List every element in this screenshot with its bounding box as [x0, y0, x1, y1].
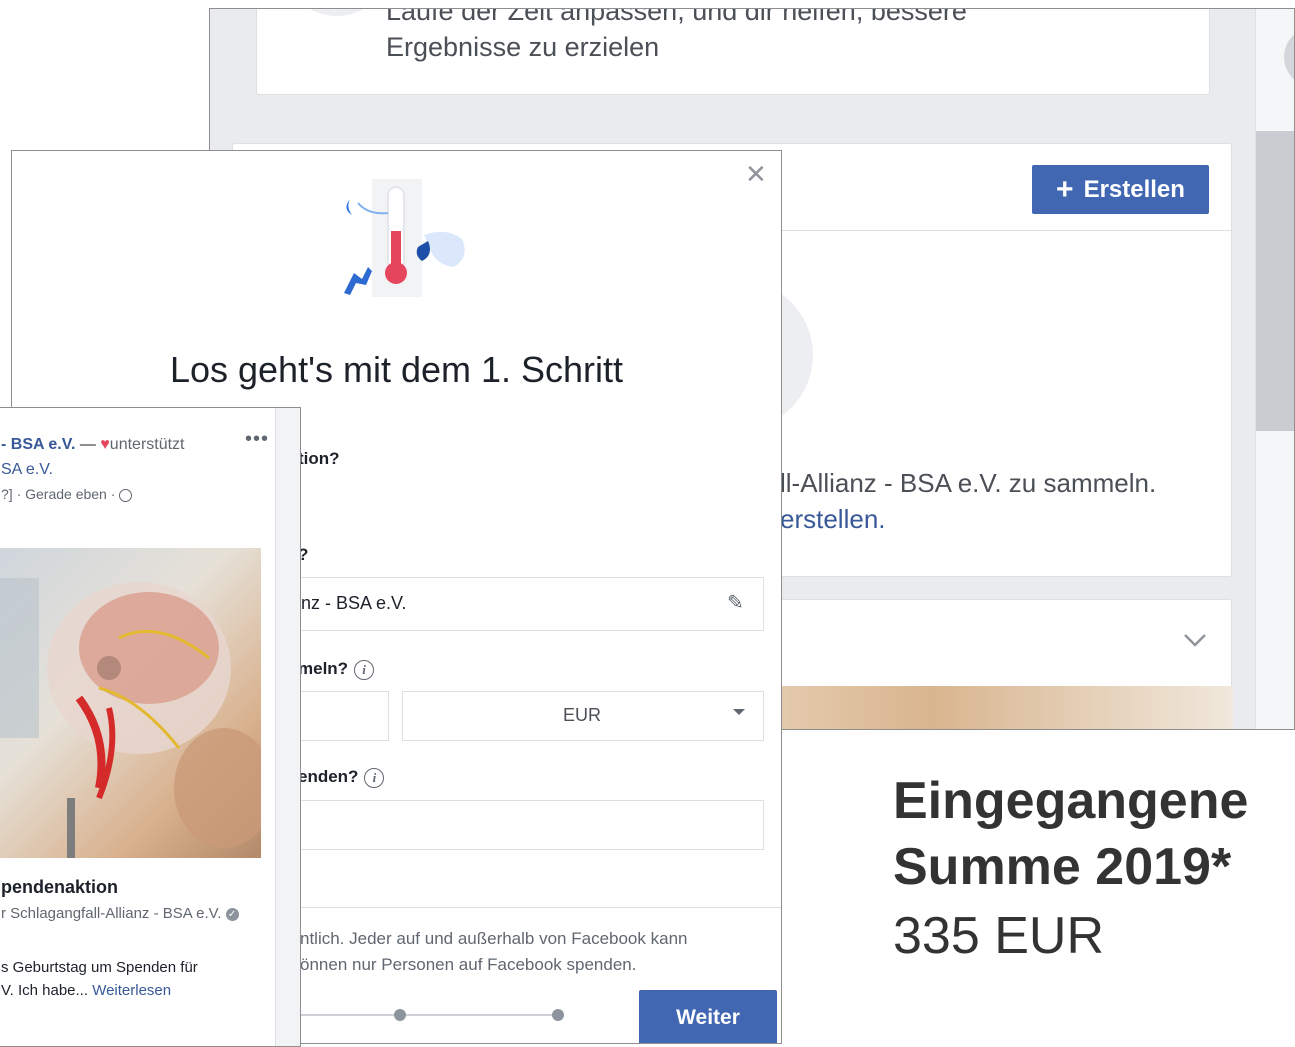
- plus-icon: +: [1056, 172, 1074, 206]
- info-icon[interactable]: i: [364, 767, 385, 788]
- question-3: meln? i: [298, 659, 375, 680]
- currency-select[interactable]: EUR: [402, 691, 764, 741]
- step-progress: [300, 1009, 564, 1021]
- question-1-label: tion?: [298, 449, 340, 468]
- post-body-line-2: V. Ich habe... Weiterlesen: [1, 982, 171, 999]
- info-card-avatar: [297, 9, 377, 16]
- right-sidebar: [1255, 9, 1294, 729]
- post-image-anatomical-skull[interactable]: [0, 548, 261, 858]
- fundraiser-post: - BSA e.V. — ♥unterstützt ••• SA e.V. ?]…: [0, 407, 301, 1047]
- verified-badge-icon: ✓: [225, 907, 239, 921]
- post-page-name[interactable]: - BSA e.V.: [1, 436, 75, 453]
- post-org-name: r Schlagangfall-Allianz - BSA e.V.: [1, 905, 222, 922]
- info-icon[interactable]: i: [354, 659, 375, 680]
- post-header-line-1: - BSA e.V. — ♥unterstützt: [1, 436, 185, 454]
- dialog-title: Los geht's mit dem 1. Schritt: [169, 349, 624, 390]
- post-meta: ?] · Gerade eben ·: [1, 486, 133, 502]
- sidebar-gray-block: [1256, 131, 1294, 431]
- globe-icon: [119, 488, 133, 502]
- post-card: - BSA e.V. — ♥unterstützt ••• SA e.V. ?]…: [0, 408, 276, 1046]
- more-options-icon[interactable]: •••: [245, 428, 269, 451]
- footer-note: ntlich. Jeder auf und außerhalb von Face…: [300, 926, 687, 978]
- sidebar-avatar: [1284, 27, 1294, 87]
- step-dot-3: [552, 1009, 564, 1021]
- organization-value: nz - BSA e.V.: [301, 593, 407, 613]
- post-fundraiser-org: r Schlagangfall-Allianz - BSA e.V. ✓: [1, 905, 239, 922]
- end-date-input[interactable]: [288, 800, 764, 850]
- close-icon[interactable]: ✕: [745, 159, 767, 190]
- footer-note-line-1: ntlich. Jeder auf und außerhalb von Face…: [300, 929, 688, 948]
- pencil-icon[interactable]: ✎: [727, 590, 744, 615]
- summary-label-line-1: Eingegangene: [893, 772, 1249, 830]
- info-text: Laufe der Zeit anpassen, und dir helfen,…: [386, 8, 967, 65]
- post-body-line-1: s Geburtstag um Spenden für: [1, 959, 198, 976]
- question-4-label: enden?: [298, 767, 359, 786]
- question-3-label: meln?: [298, 659, 349, 678]
- currency-value: EUR: [563, 705, 602, 725]
- caret-down-icon: [733, 709, 745, 715]
- create-link[interactable]: erstellen.: [780, 501, 886, 537]
- heart-hands-icon: ♥: [100, 436, 110, 453]
- post-header-separator: —: [75, 436, 101, 453]
- post-body-text: V. Ich habe...: [1, 982, 89, 999]
- summary-amount: 335 EUR: [893, 907, 1104, 965]
- organization-field[interactable]: nz - BSA e.V. ✎: [288, 577, 764, 631]
- fundraiser-description: ll-Allianz - BSA e.V. zu sammeln.: [780, 468, 1157, 498]
- post-header-line-2[interactable]: SA e.V.: [1, 461, 53, 479]
- question-4: enden? i: [298, 767, 385, 788]
- read-more-link[interactable]: Weiterlesen: [92, 982, 171, 999]
- summary-label-line-2: Summe 2019*: [893, 838, 1232, 896]
- info-text-line-1: Laufe der Zeit anpassen, und dir helfen,…: [386, 8, 967, 26]
- post-fundraiser-title[interactable]: pendenaktion: [1, 877, 118, 898]
- footer-note-line-2: önnen nur Personen auf Facebook spenden.: [300, 955, 637, 974]
- skull-model-illustration: [0, 578, 261, 858]
- post-supported-label: unterstützt: [109, 436, 185, 453]
- amount-input[interactable]: [288, 691, 389, 741]
- create-button-label: Erstellen: [1083, 175, 1185, 203]
- create-button[interactable]: + Erstellen: [1032, 165, 1209, 214]
- donation-summary: Eingegangene Summe 2019* 335 EUR: [893, 768, 1248, 972]
- info-text-line-2: Ergebnisse zu erzielen: [386, 32, 660, 62]
- next-button[interactable]: Weiter: [639, 990, 777, 1043]
- chevron-down-icon[interactable]: [1183, 632, 1207, 648]
- step-dot-2: [394, 1009, 406, 1021]
- thermometer-illustration: [344, 179, 465, 297]
- post-timestamp: ?] · Gerade eben ·: [1, 486, 116, 502]
